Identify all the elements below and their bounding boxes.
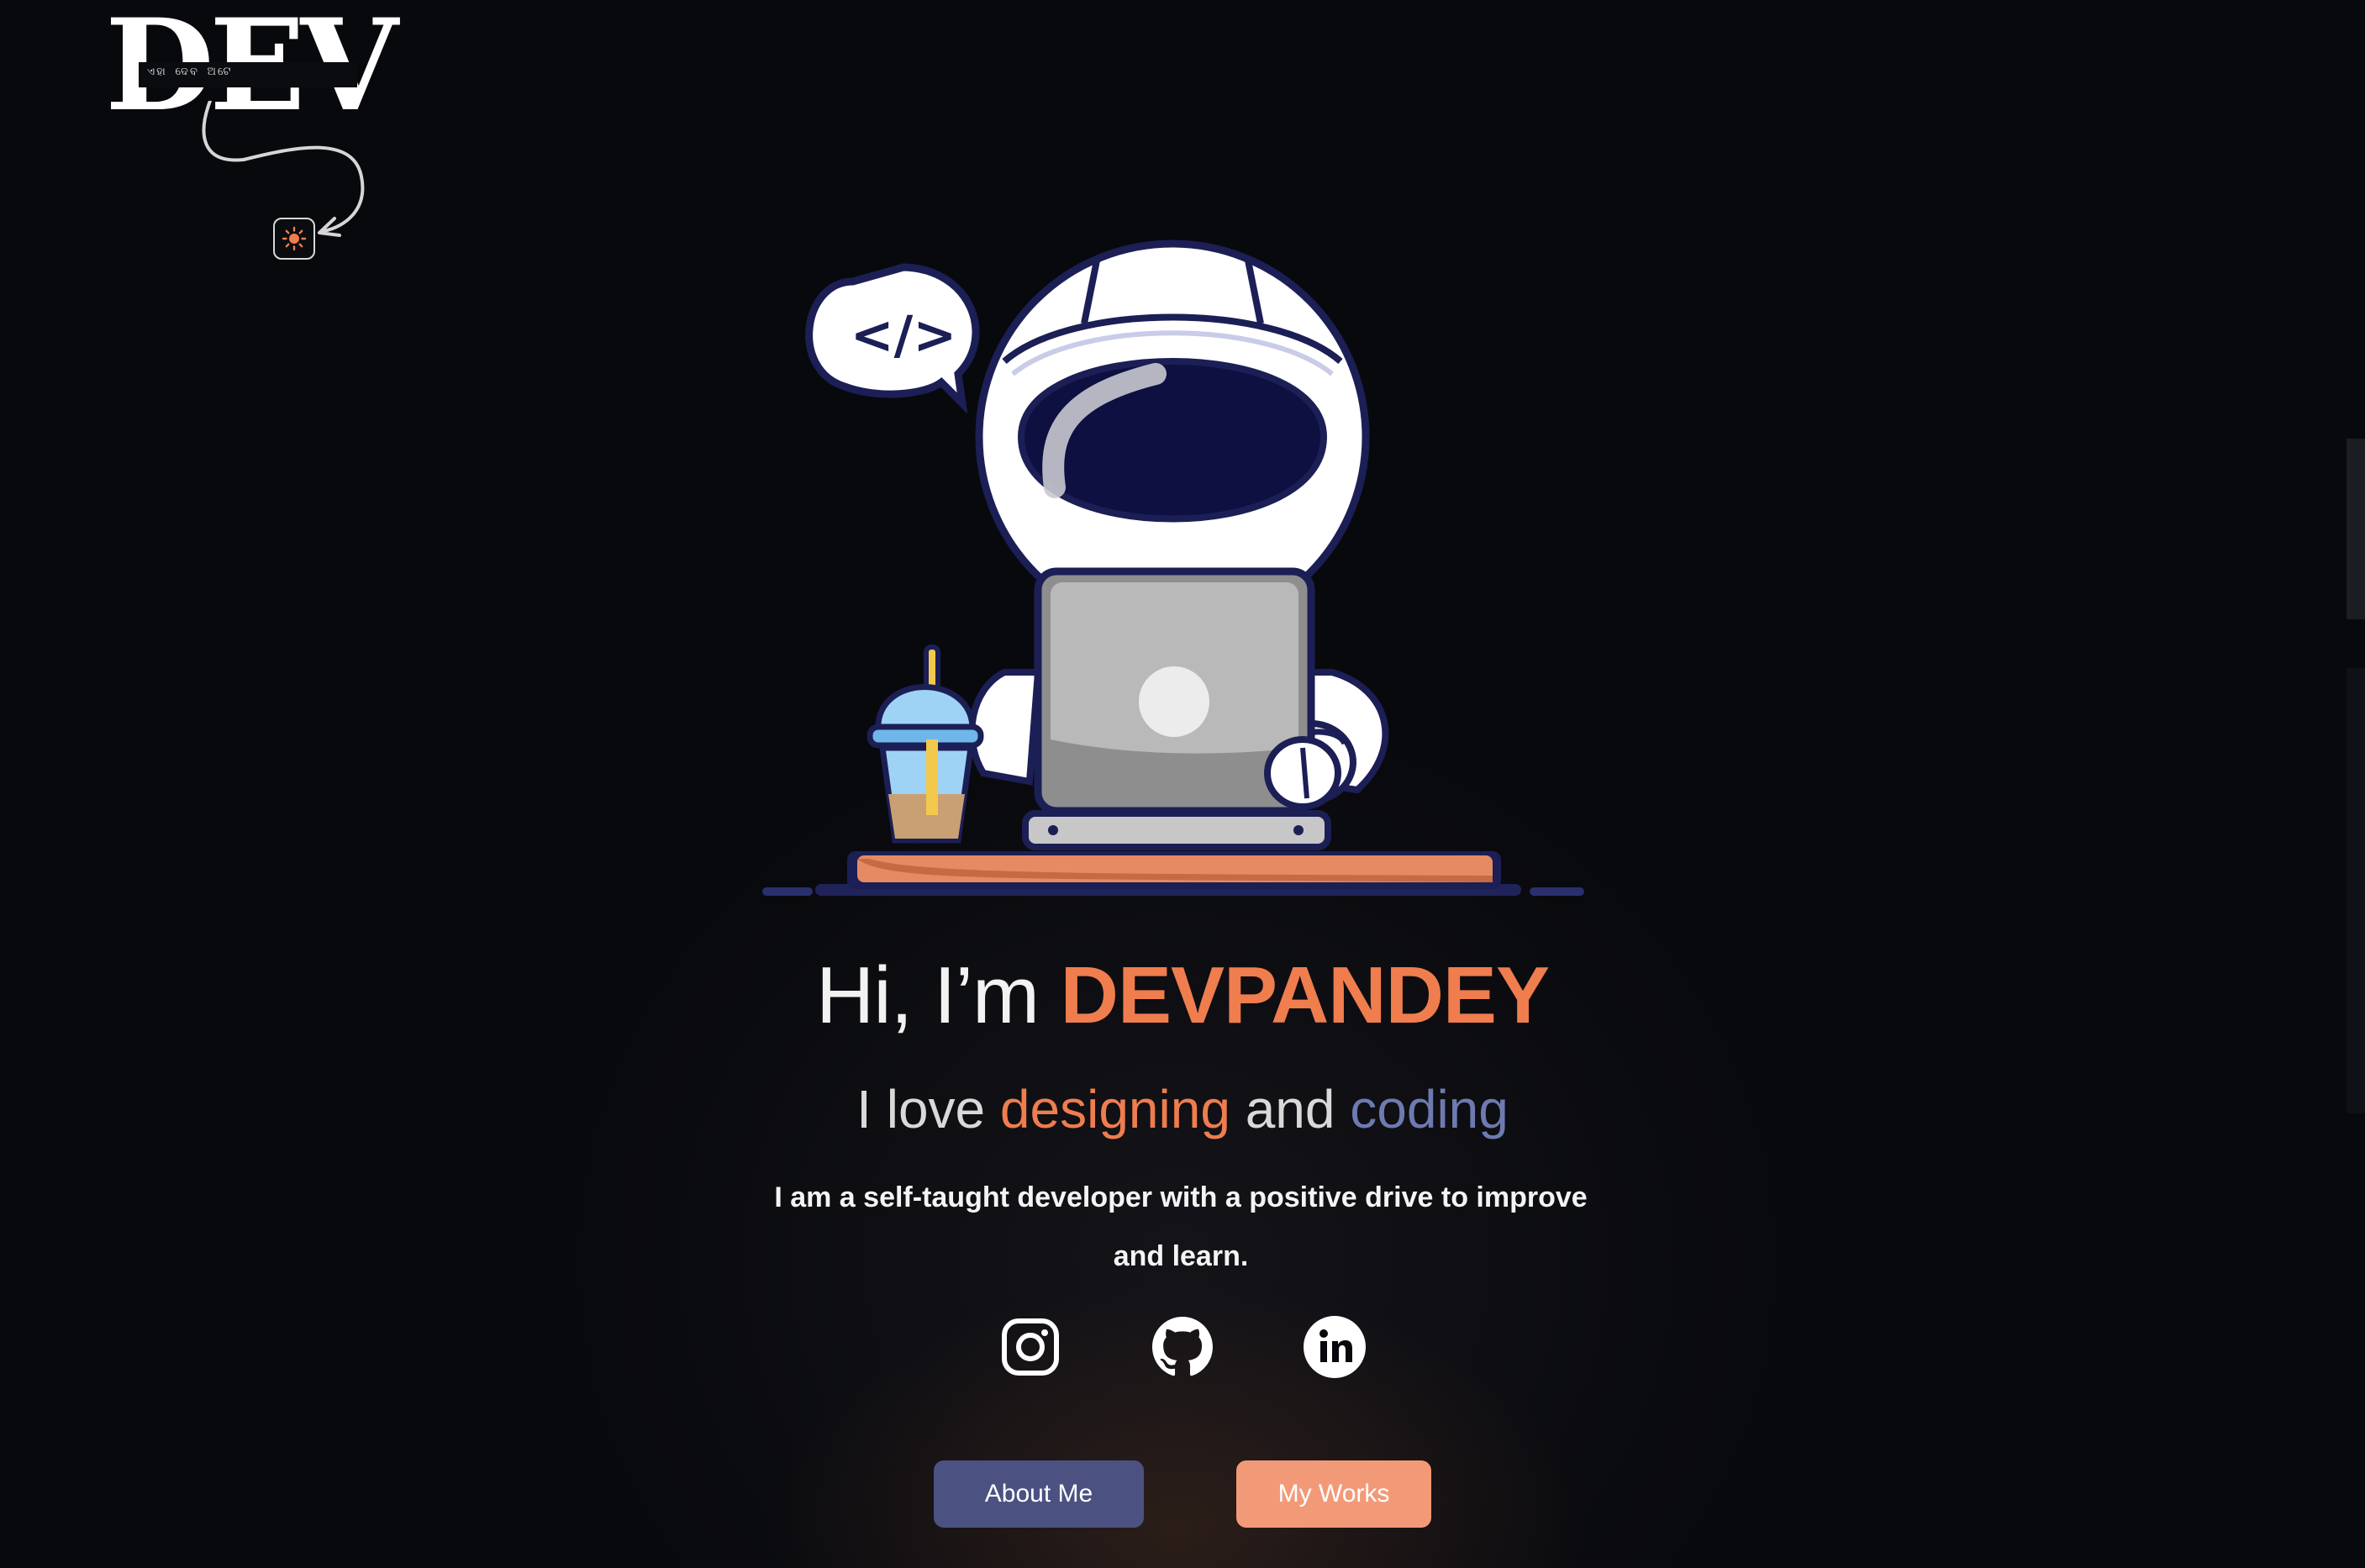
linkedin-link[interactable] bbox=[1303, 1315, 1367, 1379]
github-icon bbox=[1152, 1317, 1213, 1376]
about-me-button[interactable]: About Me bbox=[934, 1460, 1144, 1528]
theme-toggle-button[interactable] bbox=[273, 218, 315, 260]
speech-bubble-code: </> bbox=[851, 304, 957, 366]
drink-cup bbox=[866, 645, 984, 844]
sun-icon bbox=[282, 226, 307, 251]
social-links bbox=[0, 1315, 2365, 1379]
my-works-button[interactable]: My Works bbox=[1236, 1460, 1431, 1528]
tagline-part2: and bbox=[1230, 1079, 1351, 1139]
desk bbox=[762, 851, 1584, 896]
cta-buttons: About Me My Works bbox=[0, 1460, 2365, 1528]
logo-subtitle: ଏହା ଦେବ ଅଟେ bbox=[147, 66, 233, 78]
greeting-prefix: Hi, I’m bbox=[816, 950, 1061, 1040]
laptop bbox=[1022, 567, 1341, 850]
instagram-icon bbox=[1002, 1318, 1059, 1376]
linkedin-icon bbox=[1304, 1316, 1366, 1378]
astronaut-illustration: </> bbox=[762, 239, 1584, 896]
tagline-designing: designing bbox=[999, 1079, 1230, 1139]
hero-name: DEVPANDEY bbox=[1060, 950, 1550, 1040]
hero-greeting: Hi, I’m DEVPANDEY bbox=[0, 950, 2365, 1042]
hero-tagline: I love designing and coding bbox=[0, 1076, 2365, 1143]
portfolio-page: DEV ଏହା ଦେବ ଅଟେ </> Hi, I’m DEVPANDEY I … bbox=[0, 0, 2365, 1568]
hero-bio: I am a self-taught developer with a posi… bbox=[774, 1181, 1588, 1272]
scrollbar-thumb[interactable] bbox=[2347, 668, 2365, 1113]
code-speech-bubble: </> bbox=[805, 263, 980, 414]
instagram-link[interactable] bbox=[998, 1315, 1062, 1379]
tagline-coding: coding bbox=[1350, 1079, 1509, 1139]
github-link[interactable] bbox=[1151, 1315, 1214, 1379]
tagline-part1: I love bbox=[856, 1079, 1000, 1139]
scrollbar-track[interactable] bbox=[2347, 439, 2365, 619]
